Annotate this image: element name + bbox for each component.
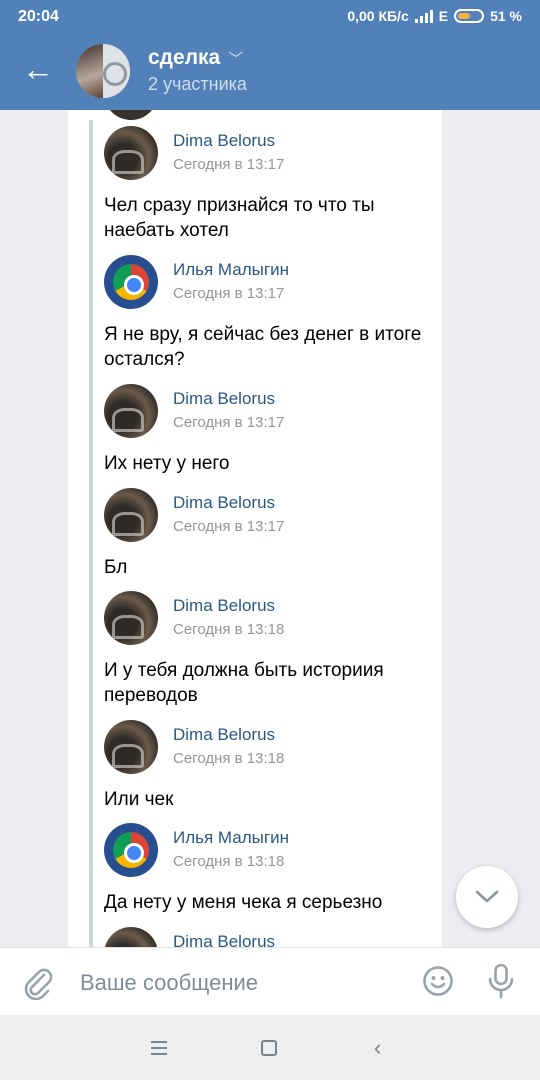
chevron-down-icon: [475, 890, 499, 903]
message-date: Сегодня в 13:17: [173, 156, 285, 173]
author-name[interactable]: Dima Belorus: [173, 596, 275, 616]
paperclip-icon[interactable]: [22, 966, 54, 1000]
avatar[interactable]: [104, 384, 158, 438]
message-list[interactable]: Dima Belorus Сегодня в 13:17 Чел сразу п…: [0, 110, 540, 947]
author-name[interactable]: Илья Малыгин: [173, 828, 289, 848]
message-date: Сегодня в 13:17: [173, 518, 285, 535]
scroll-down-button[interactable]: [456, 866, 518, 928]
message-text: Чел сразу признайся то что ты наебать хо…: [104, 195, 375, 241]
system-nav-bar: ‹: [0, 1015, 540, 1080]
chevron-down-icon: ﹀: [228, 51, 244, 68]
message-text: И у тебя должна быть историия переводов: [104, 660, 384, 706]
smile-icon[interactable]: [422, 965, 454, 997]
message-text: Бл: [104, 557, 128, 578]
microphone-icon[interactable]: [486, 962, 516, 1000]
author-name[interactable]: Dima Belorus: [173, 493, 275, 513]
message-composer: Ваше сообщение: [0, 947, 540, 1015]
message-date: Сегодня в 13:18: [173, 750, 285, 767]
message-text: Их нету у него: [104, 453, 230, 474]
author-name[interactable]: Dima Belorus: [173, 725, 275, 745]
avatar[interactable]: [104, 720, 158, 774]
status-bar: 20:04 0,00 КБ/с E 51 %: [0, 0, 540, 34]
back-button[interactable]: ←: [22, 52, 58, 88]
author-name[interactable]: Dima Belorus: [173, 131, 275, 151]
avatar[interactable]: [104, 488, 158, 542]
message-date: Сегодня в 13:17: [173, 285, 285, 302]
message-date: Сегодня в 13:18: [173, 621, 285, 638]
chat-avatar[interactable]: [76, 44, 130, 98]
chat-title[interactable]: сделка ﹀: [148, 46, 243, 70]
author-name[interactable]: Dima Belorus: [173, 932, 275, 947]
chat-title-text: сделка: [148, 46, 221, 69]
avatar[interactable]: [104, 126, 158, 180]
back-icon[interactable]: ‹: [374, 1037, 381, 1059]
message-date: Сегодня в 13:17: [173, 414, 285, 431]
app-header: 20:04 0,00 КБ/с E 51 % ← сделка ﹀ 2 участ…: [0, 0, 540, 110]
chat-subtitle: 2 участника: [148, 74, 247, 94]
avatar[interactable]: [104, 591, 158, 645]
network-type: E: [438, 8, 449, 24]
status-time: 20:04: [18, 8, 59, 25]
menu-icon[interactable]: [150, 1040, 168, 1056]
avatar[interactable]: [104, 823, 158, 877]
author-name[interactable]: Dima Belorus: [173, 389, 275, 409]
arrow-left-icon: ←: [22, 51, 54, 87]
message-input[interactable]: Ваше сообщение: [80, 970, 258, 996]
message-text: Или чек: [104, 789, 174, 810]
avatar[interactable]: [104, 255, 158, 309]
message-date: Сегодня в 13:18: [173, 853, 285, 870]
home-icon[interactable]: [261, 1040, 277, 1056]
battery-icon: [454, 9, 485, 23]
forward-line: [89, 120, 93, 947]
signal-icon: [414, 9, 433, 23]
battery-level: 51 %: [490, 8, 522, 24]
author-name[interactable]: Илья Малыгин: [173, 260, 289, 280]
message-text: Я не вру, я сейчас без денег в итоге ост…: [104, 324, 422, 370]
message-text: Да нету у меня чека я серьезно: [104, 892, 383, 913]
status-right: 0,00 КБ/с E 51 %: [347, 8, 522, 24]
network-speed: 0,00 КБ/с: [347, 8, 409, 24]
